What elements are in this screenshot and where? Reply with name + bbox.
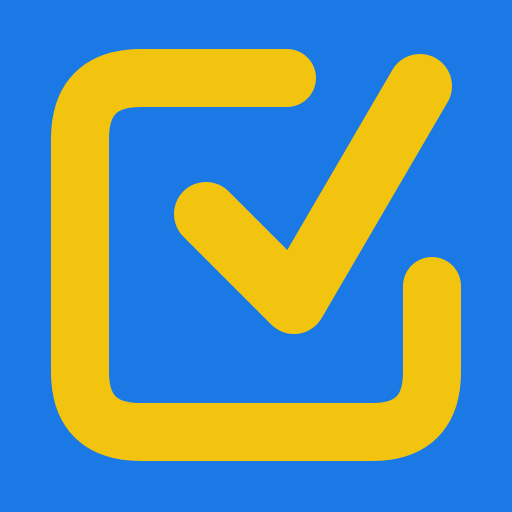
app-icon — [0, 0, 512, 512]
checkbox-checked-icon — [0, 0, 512, 512]
